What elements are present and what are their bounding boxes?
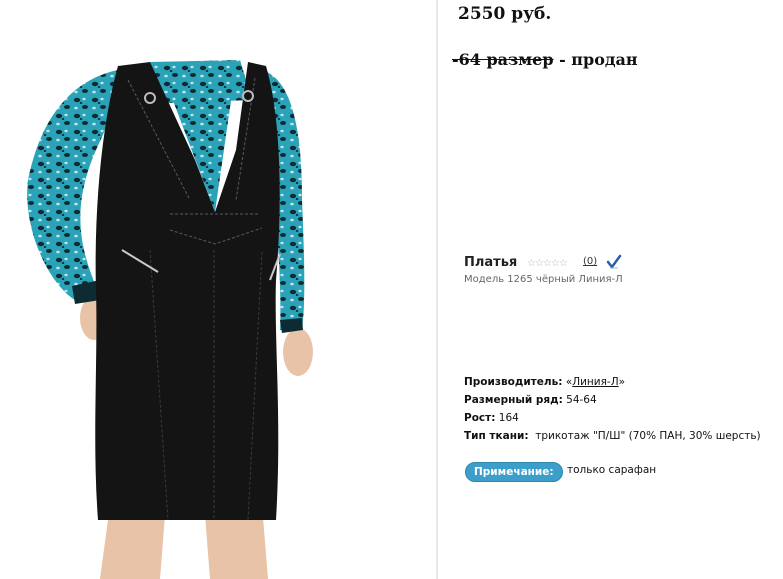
size-value: 54-64 [566, 394, 597, 406]
spec-manufacturer: Производитель: «Линия-Л» [464, 376, 625, 388]
note-badge: Примечание: [465, 462, 563, 482]
spec-height: Рост: 164 [464, 412, 519, 424]
sold-status-line: -64 размер - продан [452, 50, 638, 69]
divider [436, 0, 438, 579]
spec-fabric: Тип ткани: трикотаж "П/Ш" (70% ПАН, 30% … [464, 430, 761, 442]
sold-size-struck: -64 размер [452, 50, 554, 69]
height-value: 164 [498, 412, 519, 424]
spec-size-range: Размерный ряд: 54-64 [464, 394, 597, 406]
product-card: Платья ☆☆☆☆☆ (0) Модель 1265 чёрный Лини… [444, 250, 783, 579]
size-label: Размерный ряд: [464, 394, 563, 406]
rating-stars[interactable]: ☆☆☆☆☆ [527, 258, 568, 269]
product-photo [0, 0, 436, 579]
price: 2550 руб. [458, 4, 552, 24]
note-text: только сарафан [567, 464, 657, 476]
manufacturer-link[interactable]: Линия-Л [572, 376, 618, 388]
height-label: Рост: [464, 412, 496, 424]
manufacturer-label: Производитель: [464, 376, 563, 388]
check-mark-icon[interactable] [606, 254, 622, 270]
fabric-label: Тип ткани: [464, 430, 529, 442]
model-description: Модель 1265 чёрный Линия-Л [464, 274, 623, 285]
category-title: Платья [464, 255, 518, 270]
sold-separator: - [553, 50, 572, 69]
rating-count-link[interactable]: (0) [583, 256, 597, 267]
model-in-dress-illustration [27, 60, 313, 579]
sold-label: продан [571, 50, 638, 69]
fabric-value: трикотаж "П/Ш" (70% ПАН, 30% шерсть) [535, 430, 761, 442]
quote-close: » [618, 376, 626, 388]
